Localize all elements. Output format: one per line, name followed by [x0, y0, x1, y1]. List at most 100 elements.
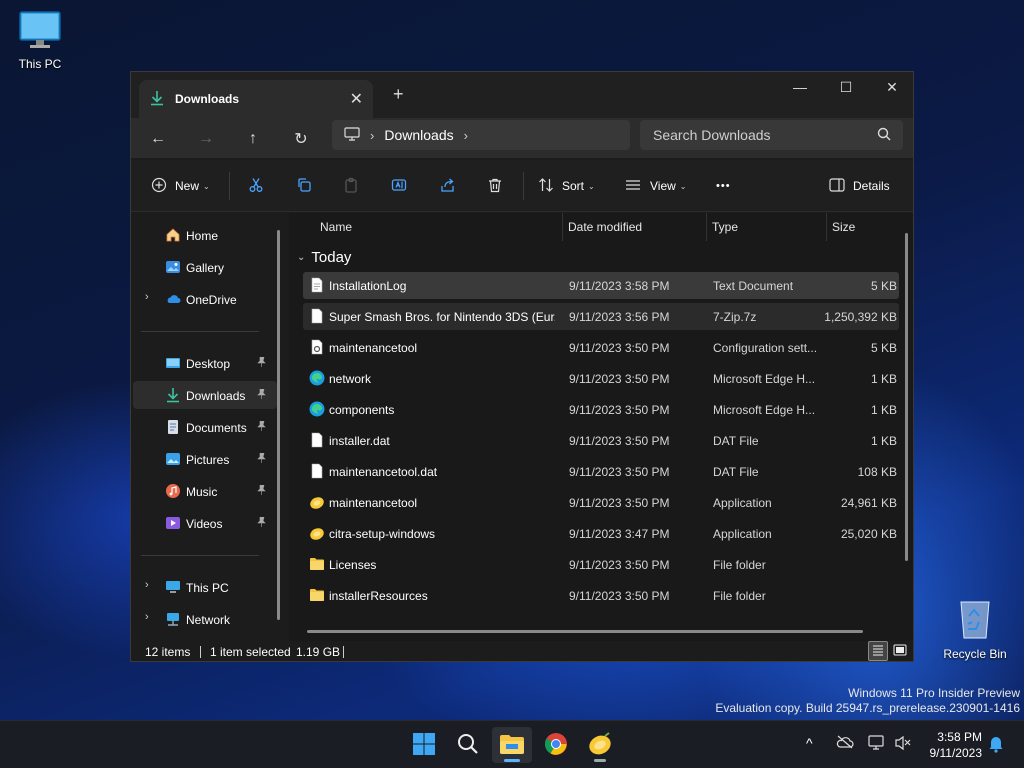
column-divider[interactable] [826, 213, 827, 241]
file-name: network [329, 372, 372, 386]
citra-app-icon [309, 494, 325, 510]
refresh-button[interactable]: ↻ [286, 126, 316, 152]
pictures-icon [165, 451, 181, 467]
chevron-down-icon: ⌄ [297, 252, 306, 263]
up-button[interactable]: ↑ [238, 126, 268, 152]
more-options-button[interactable]: ••• [716, 173, 731, 199]
search-input[interactable] [653, 127, 868, 143]
copy-icon [296, 177, 312, 196]
show-hidden-icons-button[interactable]: ^ [806, 735, 813, 751]
paste-button[interactable] [343, 173, 359, 199]
file-list: Name Date modified Type Size ⌄ Today Ins… [289, 213, 913, 641]
vertical-scrollbar[interactable] [905, 233, 908, 561]
copy-button[interactable] [296, 173, 312, 199]
file-row[interactable]: network 9/11/2023 3:50 PM Microsoft Edge H… [303, 365, 899, 392]
sidebar-item-music[interactable]: Music [133, 477, 277, 505]
new-tab-button[interactable]: + [393, 84, 404, 105]
back-button[interactable]: ← [143, 126, 173, 152]
sidebar-item-network[interactable]: › Network [133, 605, 277, 633]
sidebar-item-desktop[interactable]: Desktop [133, 349, 277, 377]
sidebar-item-downloads[interactable]: Downloads [133, 381, 277, 409]
sidebar-item-gallery[interactable]: Gallery [133, 253, 277, 281]
edge-icon [309, 370, 325, 386]
notifications-bell-icon[interactable] [988, 735, 1004, 756]
sidebar-item-label: Pictures [186, 453, 230, 467]
chevron-right-icon[interactable]: › [145, 291, 149, 303]
column-header-size[interactable]: Size [832, 213, 855, 241]
monitor-icon [0, 10, 80, 53]
this-pc-desktop-icon[interactable]: This PC [0, 10, 80, 71]
file-type: DAT File [713, 465, 759, 479]
close-window-button[interactable]: ✕ [869, 72, 913, 102]
tab-downloads[interactable]: Downloads ✕ [139, 80, 373, 118]
taskbar-citra[interactable] [580, 727, 620, 763]
column-header-type[interactable]: Type [712, 213, 738, 241]
view-button[interactable]: View ⌄ [625, 173, 687, 199]
sidebar-item-onedrive[interactable]: › OneDrive [133, 285, 277, 313]
address-bar[interactable]: › Downloads › [332, 120, 630, 150]
sort-button[interactable]: Sort ⌄ [538, 173, 595, 199]
chevron-right-icon[interactable]: › [145, 579, 149, 591]
divider [343, 646, 344, 658]
minimize-button[interactable]: — [777, 72, 823, 102]
rename-button[interactable] [391, 173, 407, 199]
file-row[interactable]: Super Smash Bros. for Nintendo 3DS (Eur.… [303, 303, 899, 330]
column-divider[interactable] [706, 213, 707, 241]
taskbar-search-button[interactable] [448, 727, 488, 763]
tab-close-button[interactable]: ✕ [350, 89, 363, 109]
details-view-toggle[interactable] [868, 641, 888, 661]
volume-muted-icon[interactable] [894, 735, 912, 754]
sidebar-item-label: Music [186, 485, 218, 499]
file-row[interactable]: citra-setup-windows 9/11/2023 3:47 PM Appl… [303, 520, 899, 547]
taskbar-file-explorer[interactable] [492, 727, 532, 763]
column-divider[interactable] [562, 213, 563, 241]
file-size: 1 KB [870, 403, 897, 417]
pin-icon [257, 388, 266, 402]
file-name: installerResources [329, 589, 428, 603]
column-header-date[interactable]: Date modified [568, 213, 642, 241]
chevron-right-icon[interactable]: › [145, 611, 149, 623]
search-box[interactable] [640, 120, 903, 150]
file-row[interactable]: installerResources 9/11/2023 3:50 PM File … [303, 582, 899, 609]
file-row[interactable]: Licenses 9/11/2023 3:50 PM File folder [303, 551, 899, 578]
cut-button[interactable] [248, 173, 264, 199]
delete-button[interactable] [487, 173, 503, 199]
file-row[interactable]: maintenancetool.dat 9/11/2023 3:50 PM DAT … [303, 458, 899, 485]
file-name: InstallationLog [329, 279, 407, 293]
group-header-today[interactable]: ⌄ Today [297, 249, 351, 266]
videos-icon [165, 515, 181, 531]
sidebar-scrollbar[interactable] [277, 230, 280, 620]
breadcrumb-separator-end[interactable]: › [464, 128, 468, 143]
column-header-name[interactable]: Name [320, 213, 352, 241]
sidebar-item-documents[interactable]: Documents [133, 413, 277, 441]
new-button[interactable]: New ⌄ [151, 173, 210, 199]
network-tray-icon[interactable] [868, 735, 886, 754]
chevron-down-icon: ⌄ [203, 181, 210, 191]
search-icon[interactable] [877, 127, 891, 144]
file-row[interactable]: maintenancetool 9/11/2023 3:50 PM Configur… [303, 334, 899, 361]
file-size: 5 KB [870, 341, 897, 355]
pin-icon [257, 452, 266, 466]
maximize-button[interactable]: ☐ [823, 72, 869, 102]
horizontal-scrollbar[interactable] [307, 630, 863, 633]
file-row[interactable]: components 9/11/2023 3:50 PM Microsoft Edg… [303, 396, 899, 423]
share-button[interactable] [440, 173, 456, 199]
tiles-view-toggle[interactable] [890, 641, 910, 661]
file-row[interactable]: maintenancetool 9/11/2023 3:50 PM Applicat… [303, 489, 899, 516]
start-button[interactable] [404, 727, 444, 763]
file-date: 9/11/2023 3:47 PM [569, 527, 670, 541]
sidebar-item-this-pc[interactable]: › This PC [133, 573, 277, 601]
file-row[interactable]: installer.dat 9/11/2023 3:50 PM DAT File 1 … [303, 427, 899, 454]
onedrive-tray-icon[interactable] [836, 735, 854, 752]
sidebar-item-videos[interactable]: Videos [133, 509, 277, 537]
taskbar-clock[interactable]: 3:58 PM 9/11/2023 [920, 729, 983, 761]
taskbar-chrome[interactable] [536, 727, 576, 763]
forward-button[interactable]: → [191, 126, 221, 152]
sidebar-item-pictures[interactable]: Pictures [133, 445, 277, 473]
file-type: Microsoft Edge H... [713, 403, 816, 417]
breadcrumb-downloads[interactable]: Downloads [384, 127, 453, 143]
recycle-bin-desktop-icon[interactable]: Recycle Bin [935, 596, 1015, 661]
details-pane-button[interactable]: Details [829, 173, 890, 199]
file-row[interactable]: InstallationLog 9/11/2023 3:58 PM Text Doc… [303, 272, 899, 299]
sidebar-item-home[interactable]: Home [133, 221, 277, 249]
